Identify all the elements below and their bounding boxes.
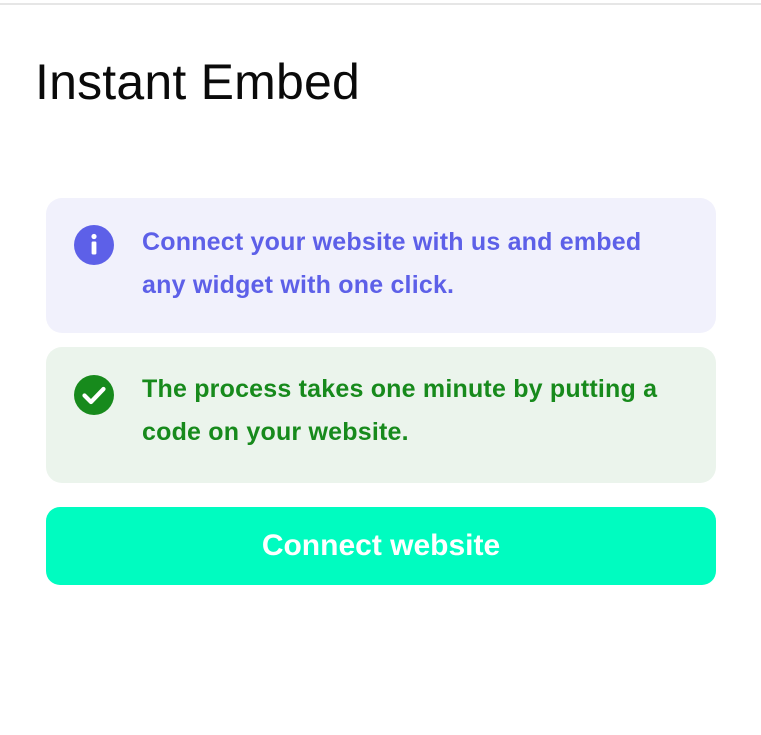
info-icon xyxy=(73,224,115,266)
success-notice: The process takes one minute by putting … xyxy=(46,347,716,483)
top-divider xyxy=(0,3,761,5)
page-title: Instant Embed xyxy=(35,54,361,110)
check-circle-icon xyxy=(73,374,115,416)
connect-website-button[interactable]: Connect website xyxy=(46,507,716,585)
info-notice: Connect your website with us and embed a… xyxy=(46,198,716,333)
info-notice-text: Connect your website with us and embed a… xyxy=(142,228,642,299)
success-notice-text: The process takes one minute by putting … xyxy=(142,375,658,446)
